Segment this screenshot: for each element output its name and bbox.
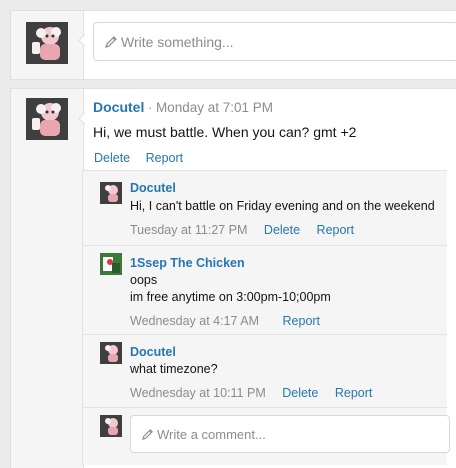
comment-text: what timezone? xyxy=(130,362,218,376)
post-timestamp[interactable]: Monday at 7:01 PM xyxy=(156,100,273,115)
comment-author-avatar[interactable] xyxy=(100,342,122,364)
post-delete-link[interactable]: Delete xyxy=(94,151,130,165)
comment-report-link[interactable]: Report xyxy=(317,223,355,237)
post-separator: · xyxy=(147,100,153,115)
comment-meta: Wednesday at 4:17 AM Report xyxy=(130,314,320,328)
comment-text: im free anytime on 3:00pm-10;00pm xyxy=(130,290,331,304)
comment-timestamp[interactable]: Tuesday at 11:27 PM xyxy=(130,223,247,237)
comment-item: Docutel Hi, I can't battle on Friday eve… xyxy=(83,171,447,246)
status-composer: Write something... xyxy=(10,10,456,80)
comment-author-avatar[interactable] xyxy=(100,253,122,275)
comments-list: Docutel Hi, I can't battle on Friday eve… xyxy=(82,170,450,465)
comment-report-link[interactable]: Report xyxy=(283,314,321,328)
post-author-link[interactable]: Docutel xyxy=(93,99,144,115)
status-input[interactable]: Write something... xyxy=(93,22,456,61)
comment-meta: Wednesday at 10:11 PM Delete Report xyxy=(130,386,372,400)
comment-input[interactable]: Write a comment... xyxy=(130,415,450,453)
comment-item: Docutel what timezone? Wednesday at 10:1… xyxy=(83,334,447,408)
pencil-icon xyxy=(104,35,118,49)
comment-item: 1Ssep The Chicken oops im free anytime o… xyxy=(83,245,447,335)
comment-input-placeholder: Write a comment... xyxy=(157,426,266,442)
post-sidebar xyxy=(11,89,84,468)
post-report-link[interactable]: Report xyxy=(146,151,184,165)
comment-meta: Tuesday at 11:27 PM Delete Report xyxy=(130,223,354,237)
post-author-avatar[interactable] xyxy=(26,98,68,140)
comment-delete-link[interactable]: Delete xyxy=(264,223,300,237)
comment-author-link[interactable]: Docutel xyxy=(130,181,176,195)
pencil-icon xyxy=(141,428,154,441)
comment-report-link[interactable]: Report xyxy=(335,386,373,400)
comment-delete-link[interactable]: Delete xyxy=(282,386,318,400)
comment-timestamp[interactable]: Wednesday at 10:11 PM xyxy=(130,386,266,400)
comment-author-link[interactable]: Docutel xyxy=(130,345,176,359)
comment-text: oops xyxy=(130,273,158,287)
comment-author-avatar[interactable] xyxy=(100,182,122,204)
comment-timestamp[interactable]: Wednesday at 4:17 AM xyxy=(130,314,259,328)
status-input-placeholder: Write something... xyxy=(121,33,234,50)
reply-user-avatar[interactable] xyxy=(100,415,122,437)
post-message: Hi, we must battle. When you can? gmt +2 xyxy=(93,124,357,140)
comment-text: Hi, I can't battle on Friday evening and… xyxy=(130,199,435,213)
comment-author-link[interactable]: 1Ssep The Chicken xyxy=(130,256,245,270)
reply-row: Write a comment... xyxy=(83,407,450,465)
current-user-avatar[interactable] xyxy=(26,22,68,64)
